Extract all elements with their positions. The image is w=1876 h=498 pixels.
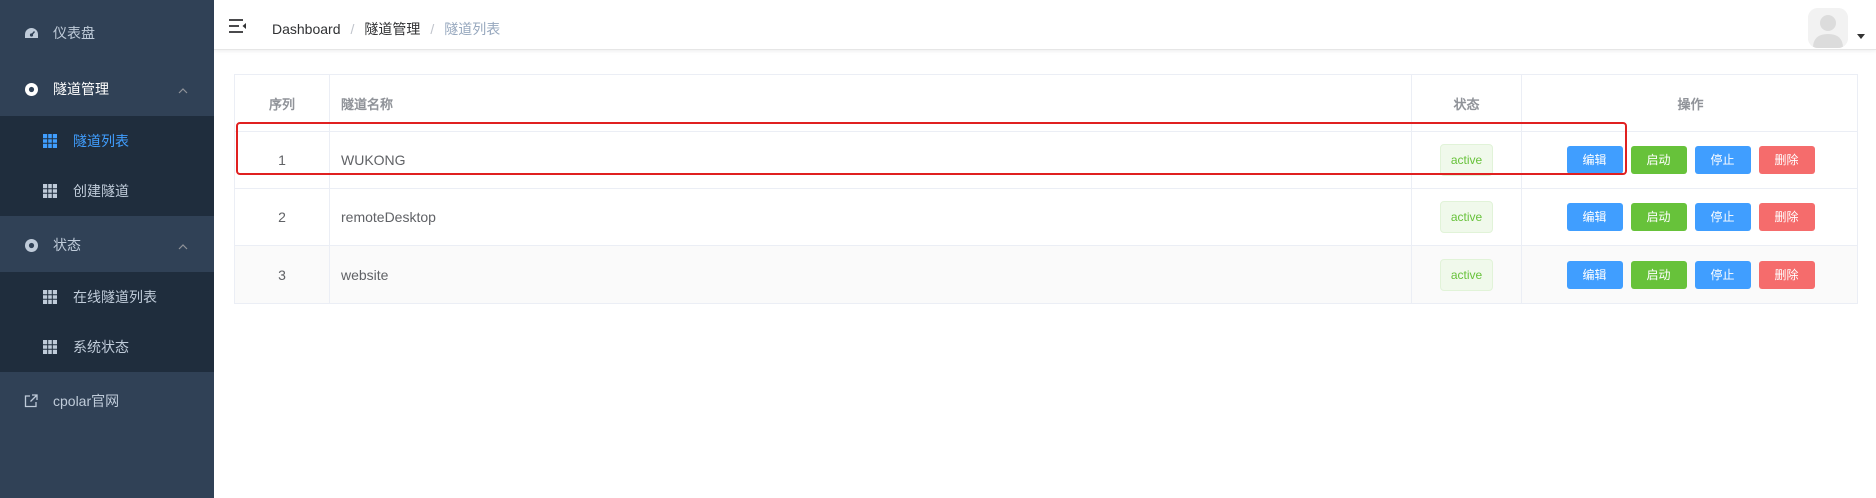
breadcrumb-item-tunnel-management[interactable]: 隧道管理	[364, 19, 420, 39]
stop-button[interactable]: 停止	[1694, 203, 1751, 231]
column-header-index: 序列	[235, 75, 330, 131]
start-button[interactable]: 启动	[1630, 260, 1687, 289]
row-index: 2	[235, 189, 330, 245]
sidebar-item-label: 仪表盘	[53, 25, 95, 41]
breadcrumb-separator: /	[350, 21, 355, 37]
external-link-icon	[23, 393, 39, 409]
breadcrumb-item-dashboard[interactable]: Dashboard	[272, 21, 341, 37]
row-index: 1	[235, 132, 330, 188]
status-icon	[23, 237, 39, 253]
sidebar-item-label: 系统状态	[73, 339, 129, 355]
sidebar-item-online-tunnels[interactable]: 在线隧道列表	[0, 272, 214, 322]
sidebar-item-tunnel-list[interactable]: 隧道列表	[0, 116, 214, 166]
grid-icon	[43, 340, 57, 354]
grid-icon	[43, 134, 57, 148]
tunnel-icon	[23, 81, 39, 97]
breadcrumb-item-current: 隧道列表	[444, 21, 501, 37]
sidebar-item-label: cpolar官网	[53, 393, 120, 409]
grid-icon	[43, 184, 57, 198]
breadcrumb-separator: /	[430, 21, 435, 37]
edit-button[interactable]: 编辑	[1566, 260, 1623, 289]
caret-down-icon[interactable]	[1857, 34, 1865, 39]
delete-button[interactable]: 删除	[1758, 260, 1815, 289]
sidebar-item-label: 创建隧道	[73, 183, 129, 199]
start-button[interactable]: 启动	[1630, 146, 1687, 174]
avatar[interactable]	[1808, 8, 1848, 48]
stop-button[interactable]: 停止	[1694, 260, 1751, 289]
breadcrumb: Dashboard / 隧道管理 / 隧道列表	[272, 19, 500, 39]
stop-button[interactable]: 停止	[1694, 146, 1751, 174]
start-button[interactable]: 启动	[1630, 203, 1687, 231]
status-badge: active	[1439, 201, 1494, 233]
sidebar-item-create-tunnel[interactable]: 创建隧道	[0, 166, 214, 216]
column-header-name: 隧道名称	[330, 75, 1412, 131]
sidebar-item-system-status[interactable]: 系统状态	[0, 322, 214, 372]
delete-button[interactable]: 删除	[1758, 203, 1815, 231]
column-header-actions: 操作	[1677, 96, 1704, 112]
sidebar-item-label: 在线隧道列表	[73, 289, 157, 305]
sidebar-item-label: 隧道管理	[53, 81, 109, 97]
row-tunnel-name: remoteDesktop	[330, 189, 1412, 245]
edit-button[interactable]: 编辑	[1566, 203, 1623, 231]
sidebar-item-label: 状态	[53, 237, 81, 253]
sidebar-item-dashboard[interactable]: 仪表盘	[0, 6, 214, 60]
hamburger-icon[interactable]	[229, 18, 247, 34]
grid-icon	[43, 290, 57, 304]
status-badge: active	[1439, 258, 1494, 291]
table-row: 1 WUKONG active 编辑 启动 停止 删除	[235, 132, 1857, 189]
table-row: 3 website active 编辑 启动 停止 删除	[235, 246, 1857, 303]
status-badge: active	[1439, 144, 1494, 176]
sidebar-item-status[interactable]: 状态	[0, 218, 214, 272]
table-header: 序列 隧道名称 状态 操作	[235, 75, 1857, 132]
sidebar: 仪表盘 隧道管理 隧道列表 创建隧道 状态 在线隧道列表 系统状态 cpolar…	[0, 0, 214, 498]
edit-button[interactable]: 编辑	[1566, 146, 1623, 174]
delete-button[interactable]: 删除	[1758, 146, 1815, 174]
sidebar-item-cpolar-website[interactable]: cpolar官网	[0, 374, 214, 428]
sidebar-item-label: 隧道列表	[73, 133, 129, 149]
chevron-up-icon	[178, 237, 188, 253]
row-tunnel-name: website	[330, 246, 1412, 303]
tunnel-table: 序列 隧道名称 状态 操作 1 WUKONG active 编辑 启动 停止 删…	[234, 74, 1858, 304]
top-navbar: Dashboard / 隧道管理 / 隧道列表	[214, 0, 1876, 50]
column-header-status: 状态	[1412, 75, 1522, 131]
table-row: 2 remoteDesktop active 编辑 启动 停止 删除	[235, 189, 1857, 246]
row-index: 3	[235, 246, 330, 303]
row-tunnel-name: WUKONG	[330, 132, 1412, 188]
sidebar-item-tunnel-management[interactable]: 隧道管理	[0, 62, 214, 116]
dashboard-icon	[23, 25, 39, 41]
chevron-up-icon	[178, 81, 188, 97]
